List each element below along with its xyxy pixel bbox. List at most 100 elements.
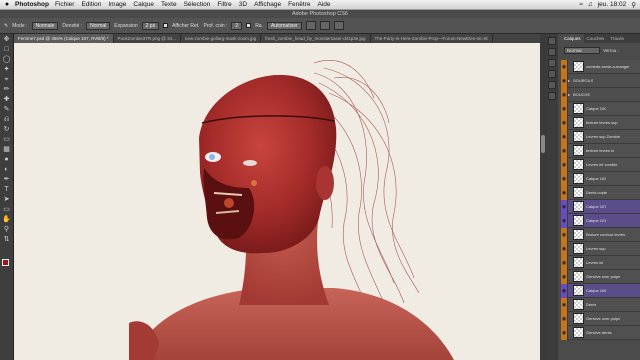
visibility-eye-icon[interactable]: ◉ xyxy=(561,255,568,270)
lasso-tool-icon[interactable]: ◯ xyxy=(2,56,12,64)
proportional-select[interactable]: 2 xyxy=(231,21,243,30)
blur-tool-icon[interactable]: ● xyxy=(2,156,12,164)
eraser-tool-icon[interactable]: ▭ xyxy=(2,136,12,144)
visibility-eye-icon[interactable]: ◉ xyxy=(561,129,568,144)
blend-mode-select[interactable]: Normal xyxy=(564,46,600,54)
tab-party-zombie[interactable]: The-Party-Is-Here-Zombie-Prop—Forum-NewE… xyxy=(371,34,493,43)
menu-fichier[interactable]: Fichier xyxy=(55,1,75,8)
visibility-eye-icon[interactable]: ◉ xyxy=(561,143,568,158)
type-tool-icon[interactable]: T xyxy=(2,186,12,194)
healing-brush-icon[interactable]: ✚ xyxy=(2,96,12,104)
menu-calque[interactable]: Calque xyxy=(133,1,154,8)
menu-filtre[interactable]: Filtre xyxy=(217,1,231,8)
history-panel-icon[interactable] xyxy=(548,37,556,45)
tool-preset-icon[interactable]: ✎ xyxy=(4,23,8,29)
visibility-eye-icon[interactable]: ◉ xyxy=(561,115,568,130)
app-menu[interactable]: Photoshop xyxy=(15,1,49,8)
history-brush-icon[interactable]: ↻ xyxy=(2,126,12,134)
scrollbar-thumb[interactable] xyxy=(541,135,545,153)
quick-select-icon[interactable]: ✦ xyxy=(2,66,12,74)
layer-row[interactable]: ◉ ▸ BOUCHE xyxy=(561,87,640,102)
layer-row[interactable]: ◉ Gencive dents xyxy=(561,325,640,340)
ratio-checkbox[interactable] xyxy=(246,23,252,28)
wifi-icon[interactable]: ≈ xyxy=(579,1,583,8)
visibility-eye-icon[interactable]: ◉ xyxy=(561,297,568,312)
dodge-tool-icon[interactable]: ◐ xyxy=(2,166,12,174)
character-panel-icon[interactable] xyxy=(548,81,556,89)
layer-row[interactable]: ◉ texture levres sup xyxy=(561,115,640,130)
layer-row[interactable]: ◉ ▸ SOURCILS xyxy=(561,73,640,88)
paragraph-panel-icon[interactable] xyxy=(548,92,556,100)
layer-row[interactable]: ◉ Calque 100 xyxy=(561,101,640,116)
visibility-eye-icon[interactable]: ◉ xyxy=(561,157,568,172)
clock[interactable]: jeu. 18:02 xyxy=(598,1,627,8)
clone-stamp-icon[interactable]: ⎌ xyxy=(2,116,12,124)
menu-texte[interactable]: Texte xyxy=(161,1,177,8)
layer-row[interactable]: ◉ Gencive over pulpe xyxy=(561,311,640,326)
visibility-eye-icon[interactable]: ◉ xyxy=(561,311,568,326)
layer-row[interactable]: ◉ Calque 101 xyxy=(561,213,640,228)
pen-tool-icon[interactable]: ✒ xyxy=(2,176,12,184)
apple-menu-icon[interactable]: ● xyxy=(3,1,11,8)
visibility-eye-icon[interactable]: ◉ xyxy=(561,199,568,214)
crop-tool-icon[interactable]: ⌖ xyxy=(2,76,12,84)
layer-row[interactable]: ◉ zumedo-envie-a-manger xyxy=(561,60,640,74)
visibility-eye-icon[interactable]: ◉ xyxy=(561,101,568,116)
visibility-eye-icon[interactable]: ◉ xyxy=(561,73,568,88)
menu-selection[interactable]: Sélection xyxy=(184,1,211,8)
eyedropper-icon[interactable]: ✏ xyxy=(2,86,12,94)
path-select-icon[interactable]: ➤ xyxy=(2,196,12,204)
layer-row[interactable]: ◉ texture levres in xyxy=(561,143,640,158)
layer-row[interactable]: ◉ Calque 107 xyxy=(561,199,640,214)
menu-3d[interactable]: 3D xyxy=(239,1,247,8)
layer-row[interactable]: ◉ Dents copie xyxy=(561,185,640,200)
layer-row[interactable]: ◉ Levres sup Zombie xyxy=(561,129,640,144)
tab-calques[interactable]: Calques xyxy=(561,34,584,43)
visibility-eye-icon[interactable]: ◉ xyxy=(561,185,568,200)
search-icon[interactable]: ⚲ xyxy=(631,1,636,9)
hand-tool-icon[interactable]: ✋ xyxy=(2,216,12,224)
visibility-eye-icon[interactable]: ◉ xyxy=(561,241,568,256)
properties-panel-icon[interactable] xyxy=(548,48,556,56)
visibility-eye-icon[interactable]: ◉ xyxy=(561,227,568,242)
layer-row[interactable]: ◉ Levres inf xyxy=(561,255,640,270)
tab-couches[interactable]: Couches xyxy=(584,34,608,43)
tab-femme7[interactable]: Femme7.psd @ 356% (Calque 107, RVB/8) * xyxy=(14,34,114,43)
visibility-eye-icon[interactable]: ◉ xyxy=(561,87,568,102)
visibility-eye-icon[interactable]: ◉ xyxy=(561,60,568,74)
layer-row[interactable]: ◉ Calque 106 xyxy=(561,283,640,298)
visibility-eye-icon[interactable]: ◉ xyxy=(561,283,568,298)
auto-select[interactable]: Automatiser xyxy=(266,21,302,30)
volume-icon[interactable]: ♫ xyxy=(588,1,593,8)
menu-edition[interactable]: Edition xyxy=(81,1,101,8)
gear-icon[interactable] xyxy=(305,21,316,30)
brush-panel-icon[interactable] xyxy=(548,59,556,67)
gradient-tool-icon[interactable]: ▦ xyxy=(2,146,12,154)
tab-fresh-zombie[interactable]: fresh_zombie_head_by_monstersaser-d41p3e… xyxy=(261,34,371,43)
layer-row[interactable]: ◉ Brulure contour levres xyxy=(561,227,640,242)
tab-zombie-mask[interactable]: new-zombie-gollarg-mask-zoom.jpg xyxy=(181,34,262,43)
tab-punkzombie[interactable]: PunkZombie3TR.png @ 34... xyxy=(114,34,181,43)
layer-row[interactable]: ◉ Levres inf zombie xyxy=(561,157,640,172)
commit-check-icon[interactable] xyxy=(333,21,344,30)
menu-aide[interactable]: Aide xyxy=(317,1,330,8)
layer-row[interactable]: ◉ Gencive over pulpe xyxy=(561,269,640,284)
menu-image[interactable]: Image xyxy=(108,1,126,8)
marquee-tool-icon[interactable]: □ xyxy=(2,46,12,54)
layer-row[interactable]: ◉ Levres sup xyxy=(561,241,640,256)
visibility-eye-icon[interactable]: ◉ xyxy=(561,213,568,228)
visibility-eye-icon[interactable]: ◉ xyxy=(561,171,568,186)
brush-tool-icon[interactable]: ✎ xyxy=(2,106,12,114)
size-field[interactable]: 2 px xyxy=(141,21,160,30)
visibility-eye-icon[interactable]: ◉ xyxy=(561,269,568,284)
layer-row[interactable]: ◉ Calque 102 xyxy=(561,171,640,186)
swap-colors-icon[interactable]: ⇅ xyxy=(2,236,12,244)
density-select[interactable]: Normal xyxy=(86,21,111,30)
clone-source-icon[interactable] xyxy=(548,70,556,78)
show-checkbox[interactable] xyxy=(163,23,169,28)
undo-icon[interactable] xyxy=(319,21,330,30)
layer-row[interactable]: ◉ Dents xyxy=(561,297,640,312)
document-canvas[interactable] xyxy=(14,43,540,360)
menu-affichage[interactable]: Affichage xyxy=(254,1,281,8)
foreground-color-swatch[interactable] xyxy=(2,259,9,266)
